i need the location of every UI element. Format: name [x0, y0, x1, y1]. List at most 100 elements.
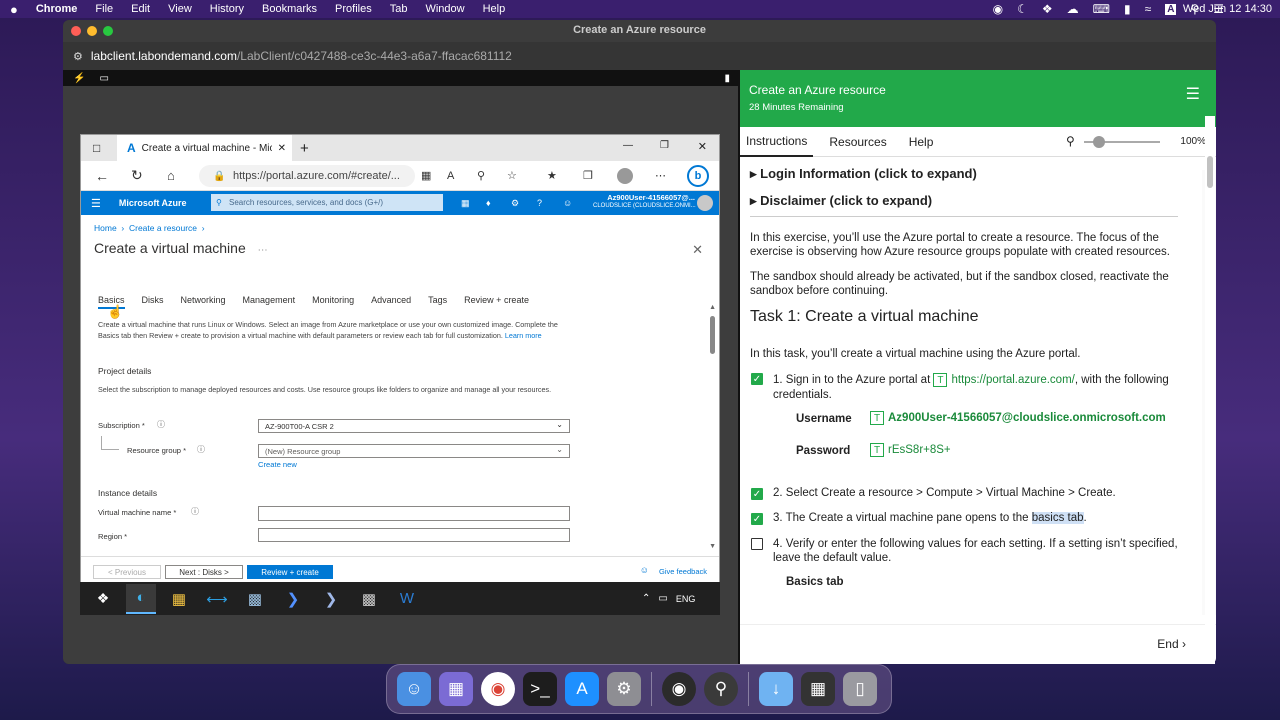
- edge-address-field[interactable]: 🔒 https://portal.azure.com/#create/...: [199, 165, 415, 187]
- tab-networking[interactable]: Networking: [181, 295, 226, 309]
- page-more-icon[interactable]: ⋯: [258, 245, 268, 256]
- resource-group-select[interactable]: (New) Resource group ⌄: [258, 444, 570, 458]
- menu-window[interactable]: Window: [425, 3, 464, 15]
- home-icon[interactable]: ⌂: [167, 168, 175, 183]
- settings-icon[interactable]: ⚙: [511, 198, 519, 209]
- azure-brand[interactable]: Microsoft Azure: [119, 198, 187, 208]
- give-feedback-link[interactable]: Give feedback: [659, 567, 707, 576]
- scroll-down-icon[interactable]: ▼: [709, 543, 716, 550]
- battery-icon[interactable]: ▮: [1124, 2, 1131, 16]
- tab-instructions[interactable]: Instructions: [740, 127, 814, 157]
- powershell-icon[interactable]: ❯: [278, 584, 308, 614]
- edge-taskbar-icon[interactable]: ◐: [126, 583, 156, 614]
- downloads-folder-icon[interactable]: ↓: [759, 672, 793, 706]
- menu-tab[interactable]: Tab: [390, 3, 408, 15]
- finder-icon[interactable]: ☺: [397, 672, 431, 706]
- refresh-icon[interactable]: ↻: [131, 167, 143, 184]
- cloud-icon[interactable]: ☁: [1067, 2, 1079, 16]
- step2-checkbox[interactable]: ✓: [751, 488, 763, 500]
- app-store-icon[interactable]: A: [565, 672, 599, 706]
- notifications-icon[interactable]: ♦: [486, 198, 491, 208]
- menu-profiles[interactable]: Profiles: [335, 3, 372, 15]
- windows-start-icon[interactable]: ❖: [88, 584, 118, 614]
- menu-chrome[interactable]: Chrome: [36, 3, 78, 15]
- azure-search-input[interactable]: ⚲ Search resources, services, and docs (…: [211, 194, 443, 211]
- edge-tab[interactable]: A Create a virtual machine - Micros ✕: [117, 135, 292, 161]
- chrome-address-bar[interactable]: ⚙ labclient.labondemand.com/LabClient/c0…: [63, 42, 1216, 70]
- breadcrumb-create-resource[interactable]: Create a resource: [129, 223, 197, 233]
- input-source-icon[interactable]: A: [1165, 3, 1177, 15]
- launchpad-icon[interactable]: ▦: [439, 672, 473, 706]
- wifi-icon[interactable]: ≈: [1145, 2, 1152, 16]
- zoom-slider[interactable]: [1084, 136, 1160, 148]
- word-icon[interactable]: W: [392, 584, 422, 614]
- edge-restore-icon[interactable]: ❐: [660, 140, 669, 151]
- zoom-icon[interactable]: ⚲: [477, 169, 485, 182]
- tab-actions-icon[interactable]: □: [93, 141, 100, 155]
- vm-name-info-icon[interactable]: ⓘ: [191, 506, 199, 517]
- menu-bookmarks[interactable]: Bookmarks: [262, 3, 317, 15]
- favorites-icon[interactable]: ★: [547, 169, 557, 182]
- trash-icon[interactable]: ▯: [843, 672, 877, 706]
- tab-help[interactable]: Help: [903, 127, 940, 157]
- vscode-icon[interactable]: ⟷: [202, 584, 232, 614]
- profile-avatar[interactable]: [617, 167, 633, 184]
- end-button[interactable]: End ›: [1157, 637, 1186, 651]
- region-select[interactable]: [258, 528, 570, 542]
- terminal-icon[interactable]: >_: [523, 672, 557, 706]
- tab-management[interactable]: Management: [243, 295, 296, 309]
- next-disks-button[interactable]: Next : Disks >: [165, 565, 243, 579]
- obs-icon[interactable]: ◉: [993, 2, 1003, 16]
- reader-icon[interactable]: ▦: [421, 169, 431, 182]
- edge-address-text[interactable]: https://portal.azure.com/#create/...: [233, 170, 400, 182]
- learn-more-link[interactable]: Learn more: [505, 331, 542, 340]
- collections-icon[interactable]: ❐: [583, 169, 593, 182]
- type-text-icon[interactable]: T: [870, 411, 884, 425]
- power-icon[interactable]: ⚡: [73, 73, 85, 84]
- file-explorer-icon[interactable]: ▦: [164, 584, 194, 614]
- more-icon[interactable]: ⋯: [655, 169, 666, 182]
- moon-icon[interactable]: ☾: [1017, 2, 1028, 16]
- tab-tags[interactable]: Tags: [428, 295, 447, 309]
- step4-checkbox[interactable]: [751, 538, 763, 550]
- tab-review-create[interactable]: Review + create: [464, 295, 529, 309]
- cloud-shell-icon[interactable]: ▦: [461, 198, 470, 209]
- azure-account[interactable]: Az900User-41566057@... CLOUDSLICE (CLOUD…: [593, 193, 696, 211]
- subscription-select[interactable]: AZ-900T00-A CSR 2 ⌄: [258, 419, 570, 433]
- quicktime-icon[interactable]: ⚲: [704, 672, 738, 706]
- bing-icon[interactable]: b: [687, 164, 709, 187]
- site-info-icon[interactable]: ⚙: [73, 50, 83, 63]
- close-tab-icon[interactable]: ✕: [278, 143, 286, 154]
- zoom-search-icon[interactable]: ⚲: [1066, 134, 1075, 148]
- lab-menu-icon[interactable]: ☰: [1186, 84, 1200, 104]
- portal-menu-icon[interactable]: ☰: [91, 197, 101, 210]
- close-blade-icon[interactable]: ✕: [692, 242, 703, 258]
- menu-view[interactable]: View: [168, 3, 192, 15]
- help-icon[interactable]: ?: [537, 198, 542, 208]
- url-path[interactable]: /LabClient/c0427488-ce3c-44e3-a6a7-ffaca…: [237, 49, 512, 63]
- scroll-up-icon[interactable]: ▲: [709, 304, 716, 311]
- tab-monitoring[interactable]: Monitoring: [312, 295, 354, 309]
- vm-name-input[interactable]: [258, 506, 570, 521]
- cmd-icon[interactable]: ▩: [354, 584, 384, 614]
- tray-language[interactable]: ENG: [676, 594, 696, 604]
- previous-button[interactable]: < Previous: [93, 565, 161, 579]
- review-create-button[interactable]: Review + create: [247, 565, 333, 579]
- dropbox-icon[interactable]: ❖: [1042, 2, 1053, 16]
- apple-menu-icon[interactable]: ●: [10, 2, 18, 17]
- chrome-scrollbar-thumb[interactable]: [1207, 156, 1213, 188]
- monitor-icon[interactable]: ▭: [99, 73, 108, 84]
- portal-link[interactable]: https://portal.azure.com/: [951, 374, 1074, 386]
- screenshots-stack-icon[interactable]: ▦: [801, 672, 835, 706]
- tray-chevron-icon[interactable]: ⌃: [642, 593, 650, 604]
- edge-close-icon[interactable]: ✕: [698, 140, 707, 153]
- new-tab-icon[interactable]: +: [300, 140, 309, 157]
- step3-checkbox[interactable]: ✓: [751, 513, 763, 525]
- step1-checkbox[interactable]: ✓: [751, 373, 763, 385]
- feedback-icon[interactable]: ☺: [563, 198, 572, 208]
- menu-file[interactable]: File: [95, 3, 113, 15]
- tray-network-icon[interactable]: ▭: [658, 593, 667, 604]
- zoom-slider-thumb[interactable]: [1093, 136, 1106, 148]
- type-text-icon[interactable]: T: [933, 373, 948, 387]
- menu-edit[interactable]: Edit: [131, 3, 150, 15]
